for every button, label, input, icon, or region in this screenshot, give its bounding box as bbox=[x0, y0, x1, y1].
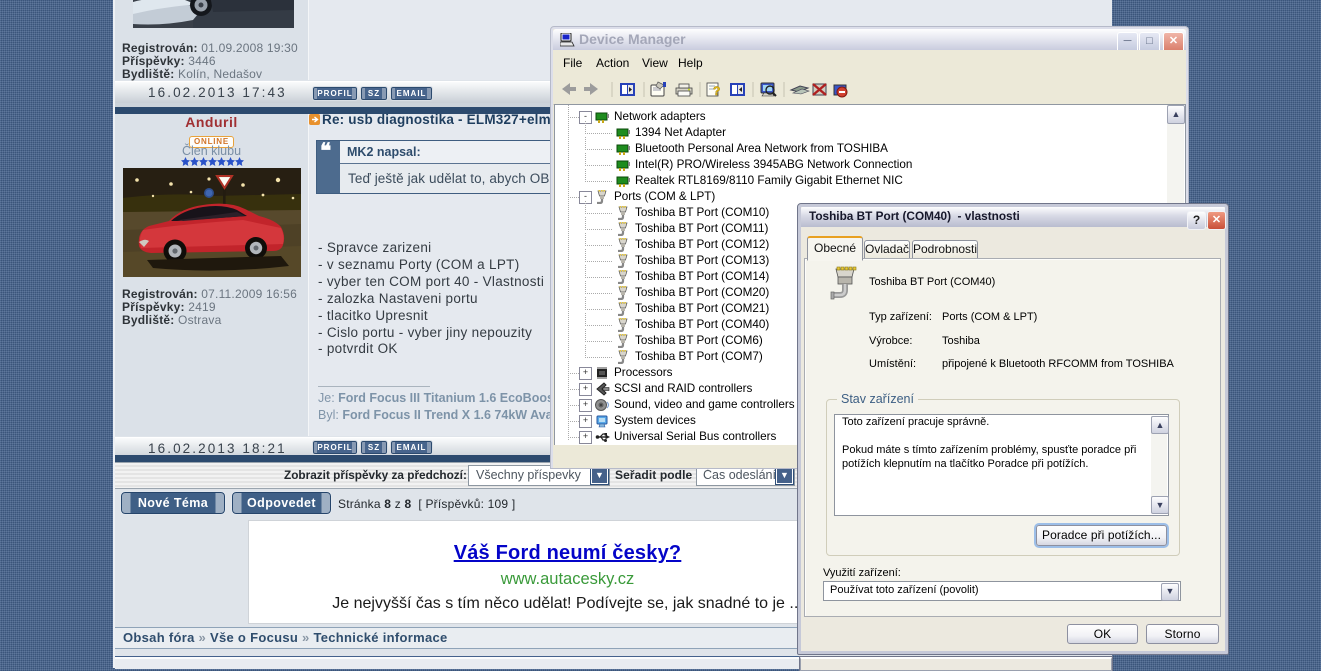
svg-text:?: ? bbox=[713, 84, 720, 98]
